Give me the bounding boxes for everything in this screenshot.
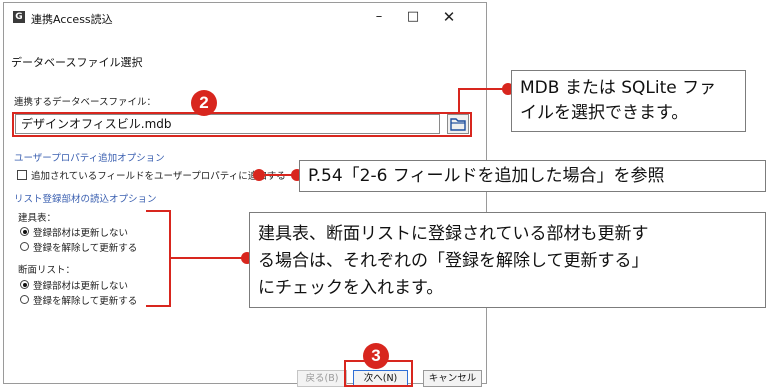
list-group-title: リスト登録部材の読込オプション	[14, 191, 160, 205]
section-list-label: 断面リスト：	[18, 265, 76, 276]
callout-text-line: 建具表、断面リストに登録されている部材も更新す	[258, 224, 649, 244]
file-field-highlight	[12, 112, 472, 137]
maximize-button[interactable]: □	[398, 7, 428, 27]
property-reference-callout: P.54「2-6 フィールドを追加した場合」を参照	[299, 160, 766, 192]
fittings-radio-keep[interactable]	[20, 227, 29, 236]
page-heading: データベースファイル選択	[11, 56, 143, 69]
section-radio-unregister[interactable]	[20, 295, 29, 304]
fittings-radio-unregister[interactable]	[20, 242, 29, 251]
callout-text-line: イルを選択できます。	[520, 103, 689, 123]
fittings-option-keep: 登録部材は更新しない	[33, 228, 129, 239]
bracket-line	[146, 305, 171, 307]
connector-line	[458, 88, 460, 113]
list-options-callout: 建具表、断面リストに登録されている部材も更新す る場合は、それぞれの「登録を解除…	[249, 212, 766, 308]
callout-text-line: にチェックを入れます。	[258, 278, 444, 298]
section-option-keep: 登録部材は更新しない	[33, 281, 129, 292]
fittings-option-unregister: 登録を解除して更新する	[33, 243, 138, 254]
connector-line	[169, 257, 247, 259]
bracket-line	[146, 210, 171, 212]
add-fields-checkbox-label: 追加されているフィールドをユーザープロパティに追加する	[31, 171, 286, 182]
window-title: 連携Access読込	[31, 13, 113, 26]
step-3-badge: 3	[363, 343, 389, 369]
callout-text-line: MDB または SQLite ファ	[520, 78, 717, 98]
file-label: 連携するデータベースファイル：	[14, 97, 157, 108]
file-format-callout: MDB または SQLite ファ イルを選択できます。	[511, 70, 746, 132]
cancel-button[interactable]: キャンセル	[423, 370, 482, 387]
minimize-button[interactable]: –	[364, 7, 394, 27]
back-button[interactable]: 戻る(B)	[297, 370, 347, 387]
section-radio-keep[interactable]	[20, 280, 29, 289]
add-fields-checkbox[interactable]	[17, 170, 27, 180]
close-button[interactable]: ✕	[434, 7, 464, 27]
title-bar: G 連携Access読込 – □ ✕	[4, 3, 486, 33]
step-2-badge: 2	[191, 90, 217, 116]
callout-text-line: る場合は、それぞれの「登録を解除して更新する」	[258, 251, 649, 271]
user-property-group-title: ユーザープロパティ追加オプション	[14, 150, 168, 164]
app-icon: G	[13, 11, 25, 23]
section-option-unregister: 登録を解除して更新する	[33, 296, 138, 307]
connector-line	[458, 88, 508, 90]
fittings-label: 建具表：	[18, 213, 57, 224]
